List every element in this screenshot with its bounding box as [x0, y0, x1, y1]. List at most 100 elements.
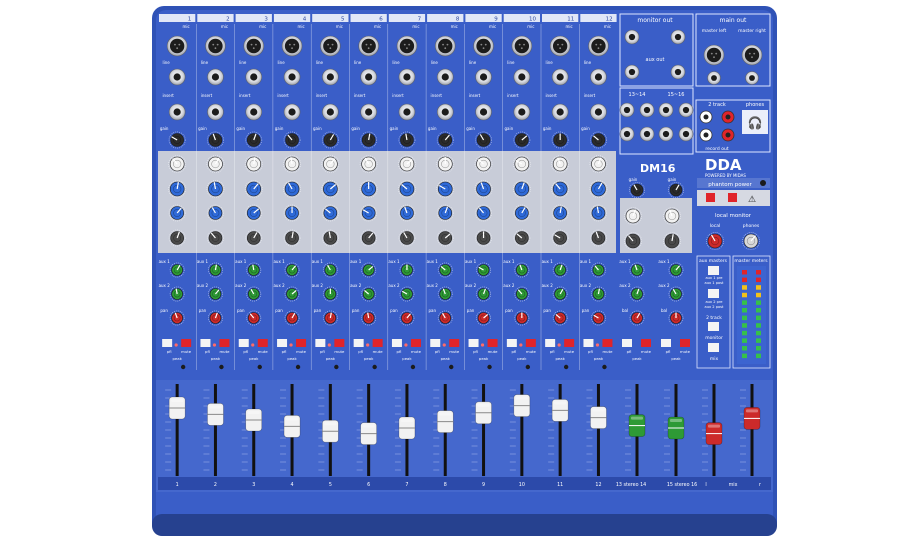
pfl-button[interactable] [200, 339, 211, 347]
fader-cap[interactable] [322, 419, 339, 443]
mic-xlr-input[interactable] [205, 35, 226, 57]
line-input[interactable] [322, 68, 339, 86]
insert-jack[interactable] [168, 103, 186, 121]
mic-xlr-input[interactable] [320, 35, 341, 57]
mute-button[interactable] [372, 339, 383, 347]
mic-xlr-input[interactable] [549, 35, 571, 57]
insert-jack[interactable] [590, 103, 607, 121]
pfl-button[interactable] [583, 339, 594, 347]
pfl-button[interactable] [315, 339, 326, 347]
fader-cap[interactable] [590, 406, 607, 429]
pfl-button[interactable] [238, 339, 249, 347]
mic-xlr-input[interactable] [511, 35, 533, 57]
stereo-right-input-2[interactable] [678, 126, 694, 142]
fader-cap[interactable] [743, 407, 761, 430]
mute-button[interactable] [410, 339, 421, 347]
line-input[interactable] [207, 68, 224, 86]
stereo-mute-button[interactable] [680, 339, 690, 347]
pfl-button[interactable] [353, 339, 364, 347]
fader-cap[interactable] [245, 408, 263, 432]
rca-jack[interactable] [699, 110, 713, 124]
aux1-pre-post-button[interactable] [708, 266, 719, 275]
stereo-mute-button[interactable] [641, 339, 651, 347]
mic-xlr-input[interactable] [473, 35, 494, 57]
line-input[interactable] [283, 68, 301, 86]
mute-button[interactable] [181, 339, 192, 347]
insert-jack[interactable] [436, 103, 454, 121]
line-input[interactable] [551, 68, 569, 86]
line-input[interactable] [398, 68, 416, 86]
pfl-button[interactable] [468, 339, 479, 347]
pfl-button[interactable] [277, 339, 288, 347]
stereo-pfl-button[interactable] [661, 339, 671, 347]
fader-cap[interactable] [360, 422, 377, 445]
fader-cap[interactable] [551, 399, 569, 422]
stereo-right-input[interactable] [639, 102, 655, 118]
line-input[interactable] [513, 68, 531, 86]
mute-button[interactable] [257, 339, 268, 347]
phantom-switch-button[interactable] [728, 193, 737, 202]
line-input[interactable] [168, 68, 186, 86]
mic-xlr-input[interactable] [358, 35, 379, 57]
master-right-jack[interactable] [745, 71, 759, 85]
mic-xlr-input[interactable] [166, 35, 188, 57]
insert-jack[interactable] [207, 103, 224, 121]
mute-button[interactable] [334, 339, 345, 347]
line-input[interactable] [436, 68, 454, 86]
insert-jack[interactable] [513, 103, 531, 121]
stereo-right-input[interactable] [678, 102, 694, 118]
fader-cap[interactable] [705, 422, 723, 445]
mic-xlr-input[interactable] [396, 35, 418, 57]
fader-cap[interactable] [513, 394, 531, 417]
fader-cap[interactable] [283, 415, 301, 438]
fader-cap[interactable] [168, 396, 186, 420]
insert-jack[interactable] [398, 103, 416, 121]
mute-button[interactable] [602, 339, 613, 347]
pfl-button[interactable] [430, 339, 441, 347]
pfl-button[interactable] [391, 339, 402, 347]
master-left-jack[interactable] [707, 71, 721, 85]
insert-jack[interactable] [283, 103, 301, 121]
master-right-xlr[interactable] [741, 44, 763, 66]
insert-jack[interactable] [322, 103, 339, 121]
insert-jack[interactable] [475, 103, 492, 121]
monitor-out-right-jack[interactable] [670, 29, 686, 45]
rca-jack[interactable] [699, 128, 713, 142]
two-track-to-mix-button[interactable] [708, 343, 719, 352]
aux-out-1-jack[interactable] [624, 64, 640, 80]
fader-cap[interactable] [398, 416, 416, 440]
mute-button[interactable] [449, 339, 460, 347]
stereo-left-input-2[interactable] [658, 126, 674, 142]
mute-button[interactable] [525, 339, 536, 347]
insert-jack[interactable] [360, 103, 377, 121]
fader-cap[interactable] [436, 410, 454, 433]
stereo-left-input[interactable] [658, 102, 674, 118]
pfl-button[interactable] [545, 339, 556, 347]
two-track-to-monitor-button[interactable] [708, 322, 719, 331]
stereo-left-input-2[interactable] [619, 126, 635, 142]
phantom-power-button[interactable] [706, 193, 715, 202]
line-input[interactable] [590, 68, 607, 86]
aux2-pre-post-button[interactable] [708, 289, 719, 298]
master-left-xlr[interactable] [703, 44, 725, 66]
line-input[interactable] [475, 68, 492, 86]
rca-jack[interactable] [721, 110, 735, 124]
pfl-button[interactable] [506, 339, 517, 347]
aux-out-2-jack[interactable] [670, 64, 686, 80]
rca-jack[interactable] [721, 128, 735, 142]
monitor-out-left-jack[interactable] [624, 29, 640, 45]
fader-cap[interactable] [207, 403, 224, 426]
stereo-pfl-button[interactable] [622, 339, 632, 347]
stereo-left-input[interactable] [619, 102, 635, 118]
mute-button[interactable] [564, 339, 575, 347]
insert-jack[interactable] [551, 103, 569, 121]
fader-cap[interactable] [628, 414, 646, 437]
fader-cap[interactable] [667, 416, 685, 440]
mic-xlr-input[interactable] [434, 35, 456, 57]
mic-xlr-input[interactable] [588, 35, 609, 57]
line-input[interactable] [245, 68, 263, 86]
mic-xlr-input[interactable] [243, 35, 265, 57]
line-input[interactable] [360, 68, 377, 86]
mute-button[interactable] [487, 339, 498, 347]
mute-button[interactable] [219, 339, 230, 347]
